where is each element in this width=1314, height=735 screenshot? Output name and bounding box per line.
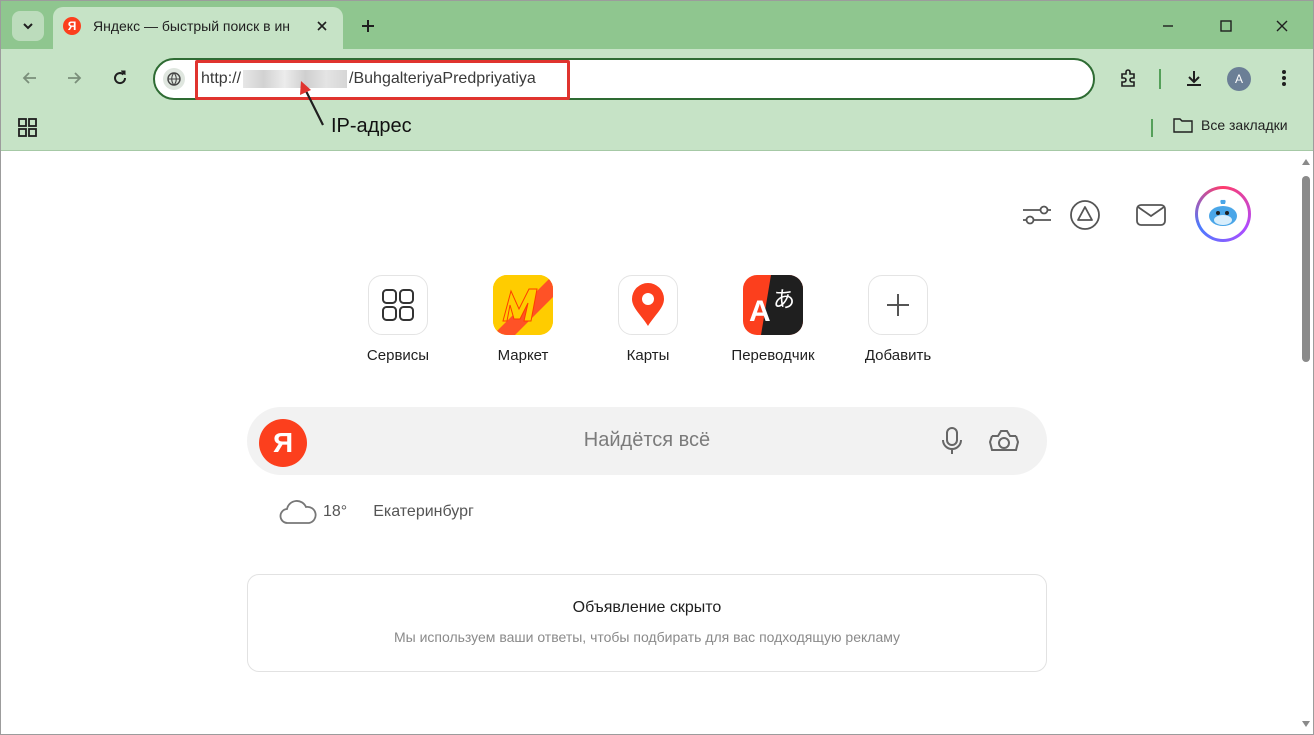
scrollbar-thumb[interactable] — [1302, 176, 1310, 362]
toolbar-separator — [1159, 69, 1161, 89]
close-window-button[interactable] — [1269, 13, 1295, 39]
maps-tile — [618, 275, 678, 335]
image-search-button[interactable] — [987, 425, 1021, 457]
plus-icon — [362, 20, 374, 32]
reload-icon — [114, 70, 127, 85]
puzzle-icon — [1121, 69, 1135, 87]
translate-icon: A あ — [743, 275, 803, 335]
service-services[interactable]: Сервисы — [338, 275, 458, 364]
arrow-left-icon — [22, 72, 36, 84]
chevron-down-icon — [23, 23, 33, 30]
maximize-icon — [1220, 20, 1232, 32]
download-icon — [1187, 71, 1201, 86]
service-label: Переводчик — [731, 347, 815, 364]
camera-icon — [988, 430, 1020, 451]
scroll-up-icon[interactable] — [1301, 158, 1311, 166]
add-tile — [868, 275, 928, 335]
close-icon — [317, 21, 327, 31]
service-add[interactable]: Добавить — [838, 275, 958, 364]
alice-button[interactable] — [1067, 197, 1103, 233]
service-maps[interactable]: Карты — [588, 275, 708, 364]
arrow-right-icon — [68, 72, 82, 84]
globe-icon — [167, 72, 181, 86]
folder-icon — [1173, 118, 1193, 133]
market-tile — [493, 275, 553, 335]
whale-avatar-icon — [1209, 199, 1237, 226]
more-vertical-icon — [1282, 70, 1286, 86]
profile-avatar[interactable]: A — [1227, 67, 1251, 91]
search-box[interactable]: Я Найдётся всё — [247, 407, 1047, 475]
site-info-button[interactable] — [163, 68, 185, 90]
ad-card-subtitle: Мы используем ваши ответы, чтобы подбира… — [393, 629, 901, 645]
weather-city[interactable]: Екатеринбург — [373, 503, 474, 521]
tab-strip: Я Яндекс — быстрый поиск в ин — [1, 1, 1313, 49]
reload-button[interactable] — [107, 65, 133, 91]
url-path: /BuhgalteriyaPredpriyatiya — [349, 70, 536, 87]
minimize-button[interactable] — [1155, 13, 1181, 39]
tab-close-button[interactable] — [311, 15, 333, 37]
close-icon — [1276, 20, 1288, 32]
toolbar: http:// /BuhgalteriyaPredpriyatiya A — [1, 49, 1313, 107]
service-label: Сервисы — [366, 347, 430, 364]
back-button[interactable] — [17, 65, 43, 91]
downloads-button[interactable] — [1181, 65, 1207, 91]
maximize-button[interactable] — [1213, 13, 1239, 39]
all-bookmarks-button[interactable]: Все закладки — [1173, 117, 1288, 133]
service-market[interactable]: Маркет — [463, 275, 583, 364]
url-prefix: http:// — [201, 70, 242, 87]
hidden-ad-card: Объявление скрыто Мы используем ваши отв… — [247, 574, 1047, 672]
settings-button[interactable] — [1019, 197, 1055, 233]
microphone-icon — [942, 427, 962, 454]
scroll-down-icon[interactable] — [1301, 720, 1311, 728]
new-tab-button[interactable] — [355, 13, 381, 39]
map-pin-icon — [632, 283, 664, 326]
yandex-favicon-icon: Я — [63, 17, 81, 35]
svg-text:あ: あ — [773, 288, 795, 313]
ad-card-title: Объявление скрыто — [572, 599, 722, 616]
cloud-icon — [279, 500, 317, 524]
annotation-arrow-icon — [300, 81, 324, 126]
service-translate[interactable]: A あ Переводчик — [713, 275, 833, 364]
grid-icon — [382, 289, 414, 321]
menu-button[interactable] — [1271, 65, 1297, 91]
alice-icon — [1070, 200, 1100, 230]
user-avatar[interactable] — [1195, 186, 1251, 242]
market-icon — [493, 275, 553, 335]
weather-temperature: 18° — [323, 503, 348, 520]
browser-window: Я Яндекс — быстрый поиск в ин http:// /B… — [0, 0, 1314, 735]
service-label: Маркет — [497, 347, 549, 364]
weather-widget[interactable]: 18° Екатеринбург — [279, 498, 474, 526]
apps-grid-icon[interactable] — [17, 117, 39, 139]
plus-icon — [887, 294, 909, 316]
tab-search-button[interactable] — [12, 11, 44, 41]
mail-icon — [1136, 204, 1166, 226]
bookmarks-separator — [1151, 119, 1153, 137]
tab-title: Яндекс — быстрый поиск в ин — [93, 18, 290, 34]
service-label: Карты — [626, 347, 670, 364]
sliders-icon — [1023, 205, 1051, 225]
voice-search-button[interactable] — [937, 425, 967, 457]
service-label: Добавить — [864, 347, 932, 364]
active-tab[interactable]: Я Яндекс — быстрый поиск в ин — [53, 7, 343, 49]
svg-text:A: A — [749, 295, 771, 328]
services-tile — [368, 275, 428, 335]
forward-button[interactable] — [61, 65, 87, 91]
avatar-image — [1198, 189, 1248, 239]
minimize-icon — [1163, 25, 1173, 27]
mail-button[interactable] — [1133, 197, 1169, 233]
translate-tile: A あ — [743, 275, 803, 335]
extensions-button[interactable] — [1115, 65, 1141, 91]
annotation-label: IP-адрес — [331, 115, 412, 137]
vertical-scrollbar[interactable] — [1297, 152, 1313, 734]
search-placeholder: Найдётся всё — [583, 429, 711, 451]
bookmarks-bar: Все закладки — [1, 107, 1313, 151]
all-bookmarks-label: Все закладки — [1201, 117, 1288, 133]
url-text[interactable]: http:// /BuhgalteriyaPredpriyatiya — [201, 70, 536, 88]
